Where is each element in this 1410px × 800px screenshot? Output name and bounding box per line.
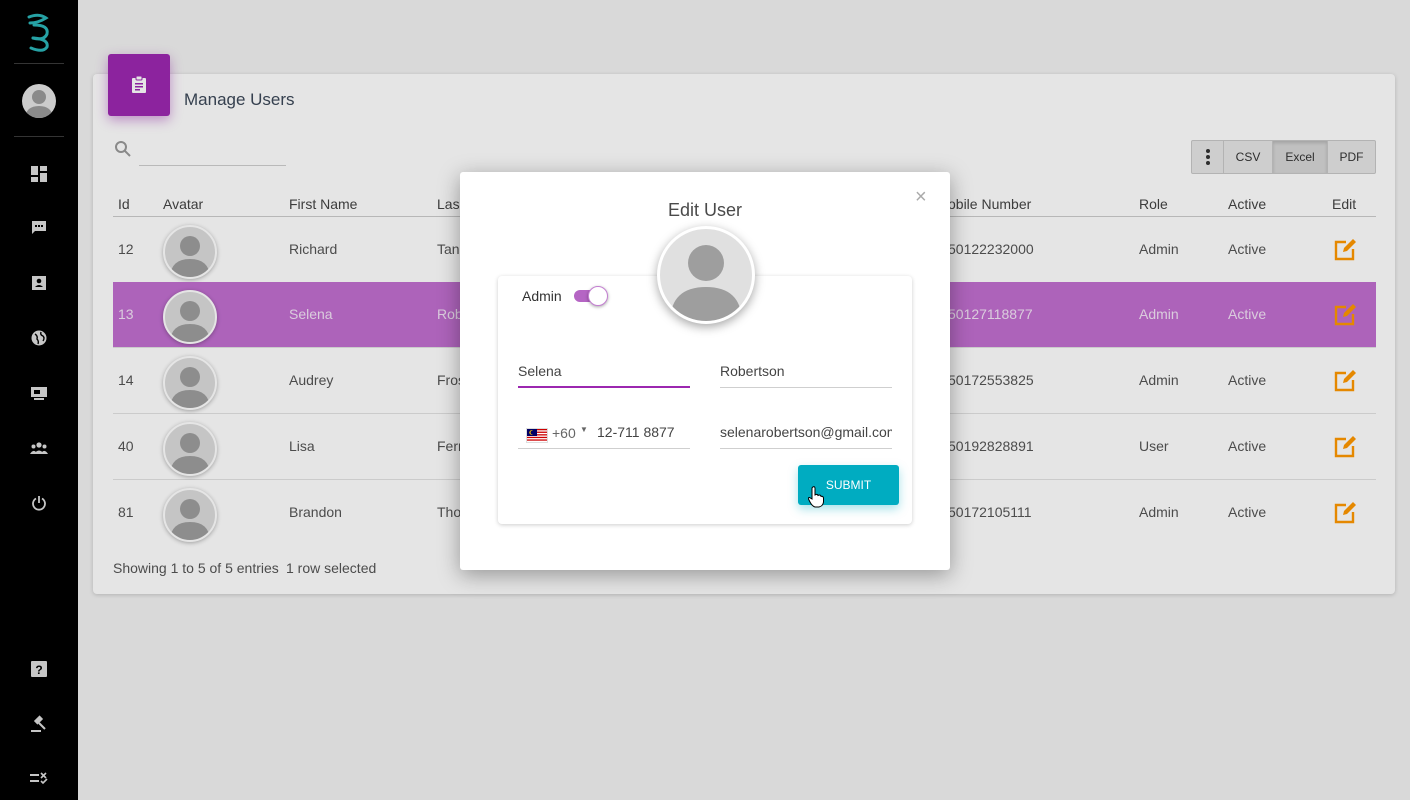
email-field[interactable]: [720, 417, 892, 447]
chevron-down-icon: ▼: [580, 425, 588, 434]
first-name-field[interactable]: [518, 356, 690, 386]
email-underline: [720, 448, 892, 449]
hand-cursor-icon: [808, 486, 824, 508]
last-name-underline: [720, 387, 892, 388]
close-icon[interactable]: ×: [915, 186, 927, 209]
admin-toggle-label: Admin: [522, 288, 562, 304]
malaysia-flag-icon: [526, 428, 548, 443]
first-name-underline: [518, 386, 690, 388]
admin-toggle[interactable]: [572, 286, 608, 306]
edit-user-dialog: Edit User × Admin +60 ▼ SUBMIT: [460, 172, 950, 570]
toggle-knob: [588, 286, 608, 306]
dialog-title: Edit User: [667, 200, 743, 220]
phone-number-field[interactable]: [597, 417, 692, 447]
phone-underline: [518, 448, 690, 449]
user-avatar-large[interactable]: [657, 226, 755, 324]
dial-code: +60: [552, 425, 576, 441]
last-name-field[interactable]: [720, 356, 892, 386]
